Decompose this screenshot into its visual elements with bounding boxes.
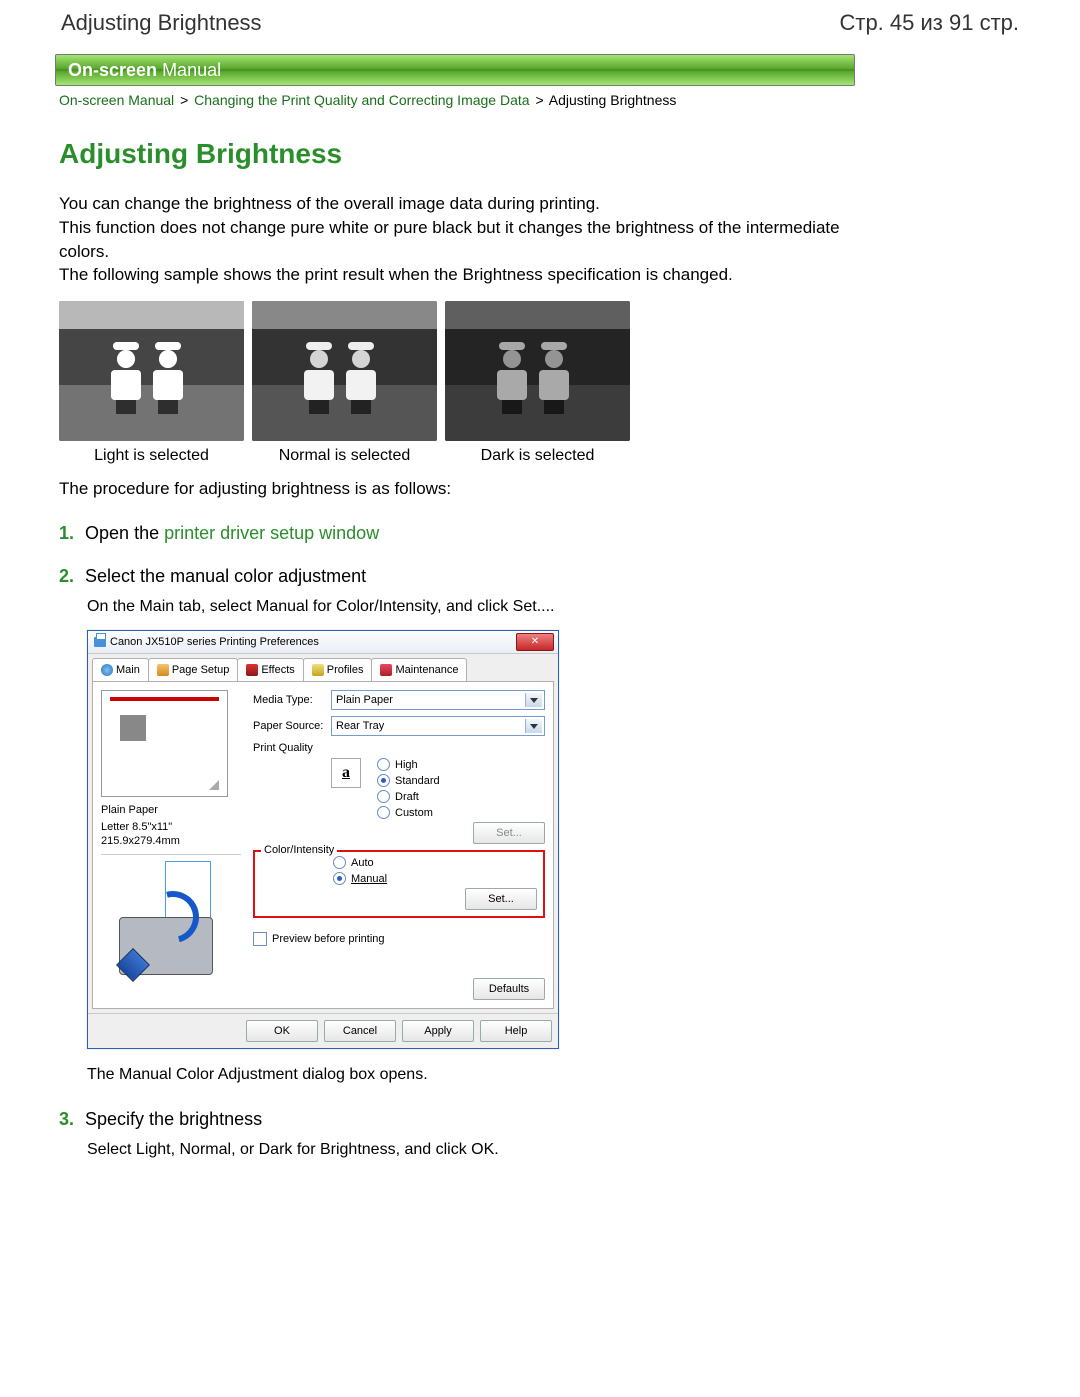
color-intensity-label: Color/Intensity [261, 844, 337, 856]
banner-prefix: On-screen [68, 60, 157, 80]
tab-maintenance-label: Maintenance [395, 664, 458, 676]
intro-line-2: This function does not change pure white… [59, 216, 851, 264]
tab-profiles-label: Profiles [327, 664, 364, 676]
intro-line-3: The following sample shows the print res… [59, 263, 851, 287]
close-button[interactable]: ✕ [516, 633, 554, 651]
radio-auto[interactable] [333, 856, 346, 869]
preview-before-printing-checkbox[interactable] [253, 932, 267, 946]
step-3-body: Select Light, Normal, or Dark for Bright… [59, 1138, 855, 1161]
media-type-value: Plain Paper [336, 694, 393, 706]
printer-icon [94, 637, 106, 647]
step-1-link[interactable]: printer driver setup window [164, 523, 379, 543]
sample-image-normal [252, 301, 437, 441]
print-quality-label: Print Quality [253, 742, 545, 754]
effects-icon [246, 664, 258, 676]
printer-illustration [101, 861, 231, 991]
banner: On-screen Manual [55, 54, 855, 86]
left-status-size: Letter 8.5"x11" 215.9x279.4mm [101, 820, 241, 849]
page-setup-icon [157, 664, 169, 676]
globe-icon [101, 664, 113, 676]
sample-label-light: Light is selected [59, 447, 244, 465]
page-preview [101, 690, 228, 797]
radio-manual[interactable] [333, 872, 346, 885]
breadcrumb: On-screen Manual > Changing the Print Qu… [55, 92, 855, 108]
sample-image-light [59, 301, 244, 441]
sample-label-normal: Normal is selected [252, 447, 437, 465]
intro-line-1: You can change the brightness of the ove… [59, 192, 851, 216]
sample-label-dark: Dark is selected [445, 447, 630, 465]
cancel-button[interactable]: Cancel [324, 1020, 396, 1042]
sample-image-dark [445, 301, 630, 441]
media-type-dropdown[interactable]: Plain Paper [331, 690, 545, 710]
sample-row [55, 301, 855, 441]
tab-effects[interactable]: Effects [237, 658, 303, 681]
color-intensity-group: Color/Intensity Auto Manual Set... [253, 850, 545, 918]
media-type-label: Media Type: [253, 694, 331, 706]
breadcrumb-sep-2: > [533, 92, 545, 108]
tab-page-setup[interactable]: Page Setup [148, 658, 239, 681]
paper-source-label: Paper Source: [253, 720, 331, 732]
chevron-down-icon [530, 698, 538, 703]
preview-before-printing-label: Preview before printing [272, 933, 385, 945]
maintenance-icon [380, 664, 392, 676]
breadcrumb-sep-1: > [178, 92, 190, 108]
radio-custom[interactable] [377, 806, 390, 819]
left-status-media: Plain Paper [101, 803, 241, 817]
step-2-after: The Manual Color Adjustment dialog box o… [59, 1063, 855, 1086]
quality-set-button[interactable]: Set... [473, 822, 545, 844]
tab-main-label: Main [116, 664, 140, 676]
step-3-title: Specify the brightness [85, 1109, 262, 1129]
radio-draft-label: Draft [395, 791, 419, 803]
color-intensity-set-button[interactable]: Set... [465, 888, 537, 910]
defaults-button[interactable]: Defaults [473, 978, 545, 1000]
chevron-down-icon [530, 724, 538, 729]
tab-profiles[interactable]: Profiles [303, 658, 373, 681]
printing-preferences-dialog: Canon JX510P series Printing Preferences… [87, 630, 559, 1049]
banner-suffix: Manual [162, 60, 221, 80]
tab-effects-label: Effects [261, 664, 294, 676]
apply-button[interactable]: Apply [402, 1020, 474, 1042]
quality-preview-icon: a [331, 758, 361, 788]
radio-auto-label: Auto [351, 857, 374, 869]
radio-standard[interactable] [377, 774, 390, 787]
ok-button[interactable]: OK [246, 1020, 318, 1042]
help-button[interactable]: Help [480, 1020, 552, 1042]
page-title: Adjusting Brightness [61, 10, 262, 36]
radio-high[interactable] [377, 758, 390, 771]
step-3-number: 3. [59, 1109, 74, 1129]
breadcrumb-link-1[interactable]: On-screen Manual [59, 92, 174, 108]
step-2-number: 2. [59, 566, 74, 586]
step-2-body: On the Main tab, select Manual for Color… [59, 595, 855, 618]
step-1-prefix: Open the [85, 523, 164, 543]
procedure-intro: The procedure for adjusting brightness i… [55, 479, 855, 499]
breadcrumb-current: Adjusting Brightness [549, 92, 677, 108]
page-counter: Стр. 45 из 91 стр. [839, 10, 1019, 36]
radio-standard-label: Standard [395, 775, 440, 787]
tabs-row: Main Page Setup Effects Profiles [88, 654, 558, 681]
radio-draft[interactable] [377, 790, 390, 803]
tab-main[interactable]: Main [92, 658, 149, 681]
paper-source-value: Rear Tray [336, 720, 384, 732]
breadcrumb-link-2[interactable]: Changing the Print Quality and Correctin… [194, 92, 529, 108]
main-heading: Adjusting Brightness [55, 138, 855, 170]
radio-custom-label: Custom [395, 807, 433, 819]
step-2-title: Select the manual color adjustment [85, 566, 366, 586]
profiles-icon [312, 664, 324, 676]
tab-maintenance[interactable]: Maintenance [371, 658, 467, 681]
tab-page-setup-label: Page Setup [172, 664, 230, 676]
step-1-number: 1. [59, 523, 74, 543]
radio-manual-label: Manual [351, 873, 387, 885]
dialog-title: Canon JX510P series Printing Preferences [110, 636, 319, 648]
paper-source-dropdown[interactable]: Rear Tray [331, 716, 545, 736]
radio-high-label: High [395, 759, 418, 771]
